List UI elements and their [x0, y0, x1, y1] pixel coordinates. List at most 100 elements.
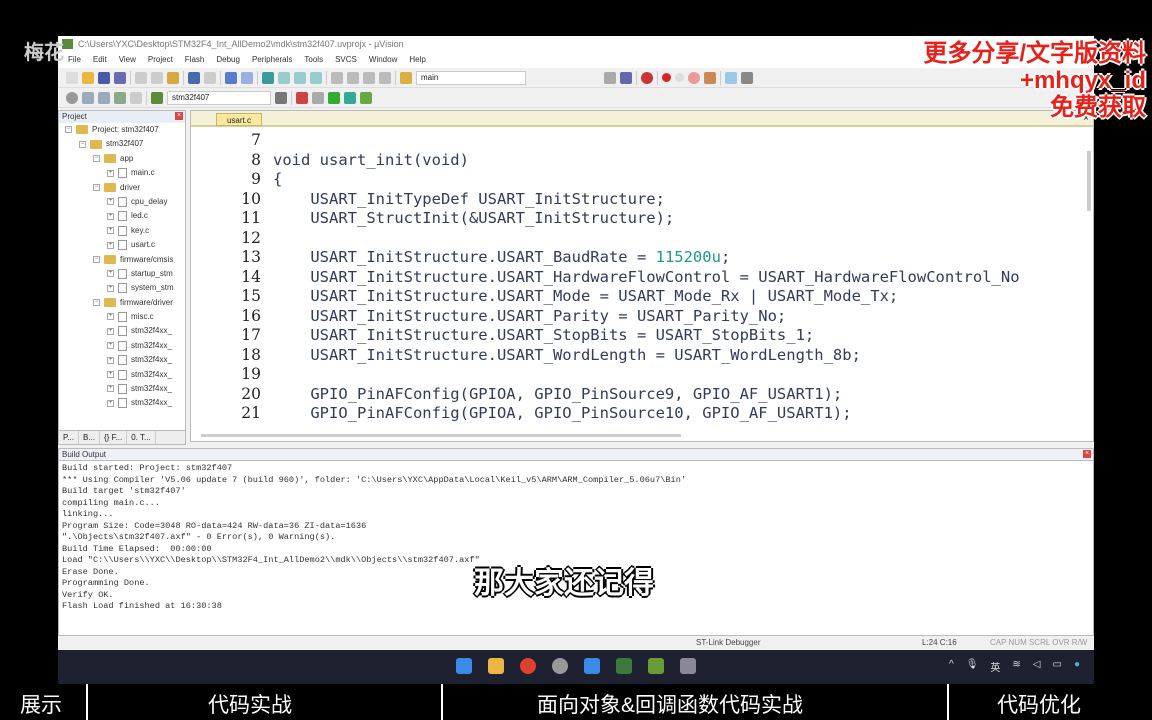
incremental-find-icon[interactable]: [620, 71, 632, 84]
menu-item-debug[interactable]: Debug: [210, 52, 246, 68]
chapter-3[interactable]: 面向对象&回调函数代码实战: [537, 689, 803, 719]
chapter-1[interactable]: 展示: [20, 689, 62, 719]
start-icon[interactable]: [456, 658, 472, 674]
horizontal-scrollbar[interactable]: [201, 434, 681, 437]
tab-usart-c[interactable]: usart.c: [216, 113, 262, 126]
rebuild-icon[interactable]: [98, 91, 110, 104]
menu-item-svcs[interactable]: SVCS: [329, 52, 363, 68]
expand-icon[interactable]: −: [79, 140, 86, 148]
tree-item[interactable]: − firmware/cmsis: [59, 253, 185, 267]
tree-item[interactable]: + key.c: [59, 224, 185, 238]
chapter-2[interactable]: 代码实战: [208, 689, 292, 719]
expand-icon[interactable]: +: [107, 284, 114, 292]
tree-item[interactable]: + stm32f4xx_: [59, 324, 185, 338]
tree-item[interactable]: − stm32f407: [59, 137, 185, 151]
project-tab[interactable]: P...: [59, 431, 79, 444]
project-tab[interactable]: {} F...: [100, 431, 128, 444]
window-config-icon[interactable]: [704, 71, 716, 84]
books-icon[interactable]: [360, 91, 372, 104]
configure-icon[interactable]: [741, 71, 753, 84]
download-icon[interactable]: [114, 91, 126, 104]
expand-icon[interactable]: −: [93, 299, 100, 307]
chapter-4[interactable]: 代码优化: [997, 689, 1081, 719]
menu-item-help[interactable]: Help: [403, 52, 431, 68]
ime-indicator[interactable]: 英: [990, 659, 1000, 674]
app-icon[interactable]: [552, 658, 568, 674]
bookmark-icon[interactable]: [262, 71, 274, 84]
uncomment-icon[interactable]: [379, 71, 391, 84]
expand-icon[interactable]: +: [107, 169, 114, 177]
expand-icon[interactable]: +: [107, 313, 114, 321]
window-layout-icon[interactable]: [725, 71, 737, 84]
build-icon[interactable]: [82, 91, 94, 104]
expand-icon[interactable]: +: [107, 327, 114, 335]
menu-item-flash[interactable]: Flash: [179, 52, 211, 68]
code-area[interactable]: 7 8 void usart_init(void) 9{10 USART_InitTy…: [191, 131, 1079, 424]
save-all-icon[interactable]: [114, 71, 126, 84]
camera-app-icon[interactable]: [584, 658, 600, 674]
cut-icon[interactable]: [135, 71, 147, 84]
close-icon[interactable]: ×: [175, 112, 183, 120]
project-tab[interactable]: B...: [79, 431, 100, 444]
expand-icon[interactable]: −: [65, 126, 72, 134]
tree-item[interactable]: + stm32f4xx_: [59, 339, 185, 353]
expand-icon[interactable]: +: [107, 212, 114, 220]
expand-icon[interactable]: +: [107, 399, 114, 407]
redo-icon[interactable]: [204, 71, 216, 84]
find-icon[interactable]: [604, 71, 616, 84]
tree-item[interactable]: − driver: [59, 181, 185, 195]
debug-session-icon[interactable]: [641, 71, 653, 84]
kill-breakpoints-icon[interactable]: [688, 71, 700, 84]
expand-icon[interactable]: +: [107, 227, 114, 235]
tree-item[interactable]: + stm32f4xx_: [59, 368, 185, 382]
expand-icon[interactable]: −: [93, 155, 100, 163]
options-for-target-icon[interactable]: [275, 91, 287, 104]
battery-icon[interactable]: ▭: [1053, 659, 1062, 674]
close-icon[interactable]: ×: [1083, 450, 1091, 458]
expand-icon[interactable]: +: [107, 342, 114, 350]
keil-icon[interactable]: [616, 658, 632, 674]
stop-build-icon[interactable]: [130, 91, 142, 104]
target-options-icon[interactable]: [151, 91, 163, 104]
file-explorer-icon[interactable]: [488, 658, 504, 674]
find-combo[interactable]: main: [416, 70, 526, 85]
nav-back-icon[interactable]: [225, 71, 237, 84]
code-editor[interactable]: usart.c × 7 8 void usart_init(void) 9{10 US…: [190, 110, 1094, 442]
volume-icon[interactable]: ◁: [1033, 659, 1041, 674]
project-tab[interactable]: 0. T...: [127, 431, 156, 444]
menu-item-tools[interactable]: Tools: [298, 52, 329, 68]
building-app-icon[interactable]: [680, 658, 696, 674]
bookmark-next-icon[interactable]: [294, 71, 306, 84]
menu-item-window[interactable]: Window: [363, 52, 403, 68]
microphone-icon[interactable]: 🎙: [966, 659, 979, 674]
menu-item-peripherals[interactable]: Peripherals: [246, 52, 298, 68]
breakpoint-icon[interactable]: [662, 73, 671, 82]
copy-icon[interactable]: [151, 71, 163, 84]
target-combo[interactable]: stm32f407: [167, 90, 271, 105]
tree-item[interactable]: + usart.c: [59, 238, 185, 252]
paste-icon[interactable]: [167, 71, 179, 84]
open-file-icon[interactable]: [82, 71, 94, 84]
find-in-files-icon[interactable]: [400, 71, 412, 84]
tree-item[interactable]: + stm32f4xx_: [59, 382, 185, 396]
comment-icon[interactable]: [363, 71, 375, 84]
tree-item[interactable]: + system_stm: [59, 281, 185, 295]
indent-icon[interactable]: [331, 71, 343, 84]
tree-item[interactable]: + main.c: [59, 166, 185, 180]
tree-item[interactable]: − app: [59, 152, 185, 166]
expand-icon[interactable]: +: [107, 241, 114, 249]
tree-item[interactable]: + stm32f4xx_: [59, 396, 185, 410]
select-packs-icon[interactable]: [328, 91, 340, 104]
tree-item[interactable]: + cpu_delay: [59, 195, 185, 209]
tree-item[interactable]: − Project: stm32f407: [59, 123, 185, 137]
menu-item-view[interactable]: View: [113, 52, 142, 68]
expand-icon[interactable]: +: [107, 198, 114, 206]
wifi-icon[interactable]: ≋: [1012, 659, 1020, 674]
expand-icon[interactable]: +: [107, 371, 114, 379]
tree-item[interactable]: + startup_stm: [59, 267, 185, 281]
disable-breakpoint-icon[interactable]: [675, 73, 684, 82]
bookmark-clear-icon[interactable]: [310, 71, 322, 84]
new-file-icon[interactable]: [66, 71, 78, 84]
menu-item-project[interactable]: Project: [142, 52, 179, 68]
chrome-icon[interactable]: [520, 658, 536, 674]
